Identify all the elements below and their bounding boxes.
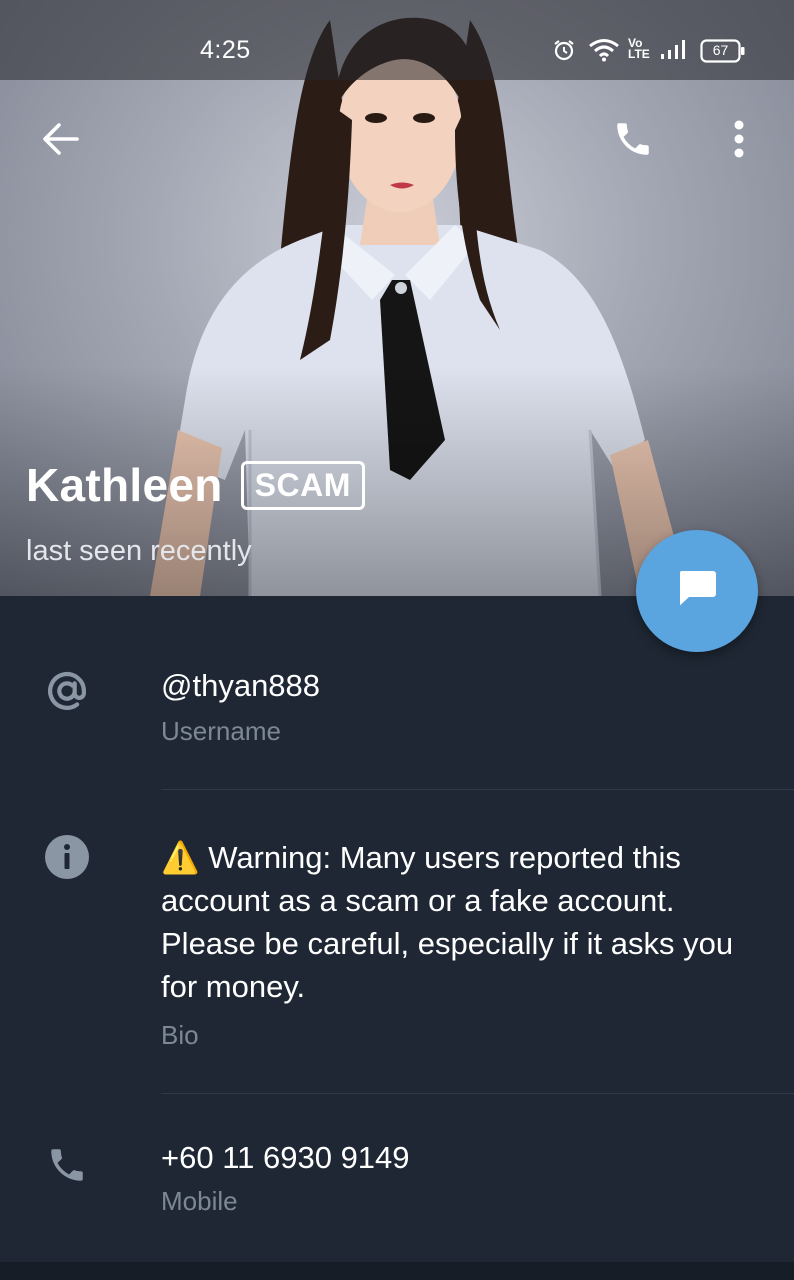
wifi-icon [588, 38, 620, 67]
phone-label: Mobile [161, 1186, 238, 1216]
phone-row[interactable]: +60 11 6930 9149 Mobile [0, 1094, 794, 1262]
phone-value: +60 11 6930 9149 [161, 1140, 410, 1175]
phone-icon [612, 118, 654, 165]
battery-icon: 67 [700, 39, 746, 68]
username-value: @thyan888 [161, 668, 321, 703]
status-bar: 4:25 Vo LTE 67 [0, 0, 794, 80]
volte-icon: Vo LTE [628, 36, 650, 61]
arrow-left-icon [41, 119, 81, 164]
bottom-edge [0, 1262, 794, 1280]
call-button[interactable] [603, 111, 663, 171]
send-message-button[interactable] [636, 530, 758, 652]
username-label: Username [161, 716, 281, 746]
message-icon [673, 565, 721, 618]
bio-value: ⚠️ Warning: Many users reported this acc… [161, 840, 734, 1004]
profile-name: Kathleen [26, 459, 223, 511]
back-button[interactable] [31, 111, 91, 171]
alarm-icon [552, 38, 576, 67]
profile-header: Kathleen SCAM [26, 458, 365, 512]
info-icon [44, 834, 90, 880]
phone-icon [44, 1142, 90, 1188]
bio-label: Bio [161, 1020, 199, 1050]
battery-level: 67 [712, 42, 729, 58]
more-options-button[interactable] [709, 111, 769, 171]
profile-info-list: @thyan888 Username ⚠️ Warning: Many user… [0, 596, 794, 1262]
last-seen-status: last seen recently [26, 535, 252, 567]
status-time: 4:25 [200, 36, 251, 64]
bio-row[interactable]: ⚠️ Warning: Many users reported this acc… [0, 790, 794, 1094]
signal-icon [660, 38, 686, 65]
at-icon [44, 668, 90, 714]
scam-badge: SCAM [240, 460, 365, 510]
more-vertical-icon [733, 119, 745, 164]
